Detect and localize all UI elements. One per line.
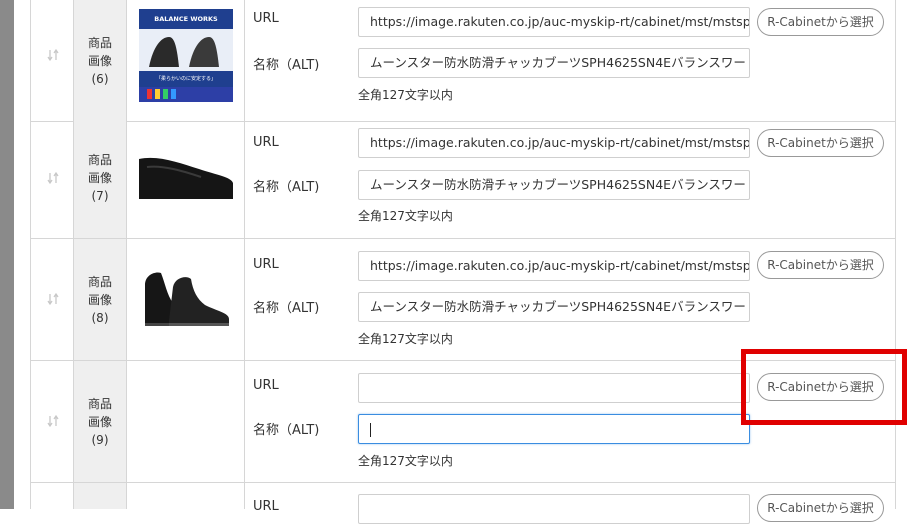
url-label: URL [253, 499, 279, 514]
r-cabinet-select-button[interactable]: R-Cabinetから選択 [757, 8, 884, 36]
url-input[interactable] [358, 494, 750, 524]
poster-caption-text: 「柔らかいのに安定する」 [156, 75, 216, 82]
alt-label: 名称（ALT) [253, 180, 320, 195]
image-row-partial: URL R-Cabinetから選択 [31, 483, 895, 524]
label-line2: 画像 [87, 414, 112, 429]
char-limit-hint: 全角127文字以内 [358, 88, 453, 102]
label-line1: 商品 [87, 274, 112, 289]
fields-cell: URL https://image.rakuten.co.jp/auc-mysk… [245, 117, 895, 238]
product-image-table: 商品 画像 (6) BALANCE WORKS 「柔らかいのに安定する」 URL… [30, 0, 896, 524]
thumbnail-cell-empty [127, 361, 245, 482]
alt-input[interactable]: ムーンスター防水防滑チャッカブーツSPH4625SN4Eバランスワー [358, 170, 750, 200]
label-line1: 商品 [87, 152, 112, 167]
url-input[interactable]: https://image.rakuten.co.jp/auc-myskip-r… [358, 7, 750, 37]
image-label-cell: 商品 画像 (6) [74, 0, 127, 121]
thumbnail-cell [127, 117, 245, 238]
product-thumbnail-shoe-top[interactable] [139, 153, 233, 201]
image-index: (7) [91, 188, 109, 203]
alt-input[interactable]: ムーンスター防水防滑チャッカブーツSPH4625SN4Eバランスワー [358, 48, 750, 78]
url-input[interactable] [358, 373, 750, 403]
alt-label: 名称（ALT) [253, 58, 320, 73]
sort-arrows-icon[interactable] [46, 48, 60, 62]
drag-handle-cell[interactable] [31, 117, 74, 238]
alt-label: 名称（ALT) [253, 301, 320, 316]
label-line2: 画像 [87, 292, 112, 307]
url-label: URL [253, 135, 279, 150]
image-row-6: 商品 画像 (6) BALANCE WORKS 「柔らかいのに安定する」 URL… [31, 0, 895, 122]
url-input[interactable]: https://image.rakuten.co.jp/auc-myskip-r… [358, 251, 750, 281]
sort-arrows-icon[interactable] [46, 414, 60, 428]
image-row-8: 商品 画像 (8) URL https://image.rakuten.co.j… [31, 239, 895, 361]
thumbnail-cell: BALANCE WORKS 「柔らかいのに安定する」 [127, 0, 245, 121]
drag-handle-cell[interactable] [31, 0, 74, 121]
r-cabinet-select-button[interactable]: R-Cabinetから選択 [757, 129, 884, 157]
thumbnail-cell [127, 239, 245, 360]
image-index: (6) [91, 71, 109, 86]
alt-label: 名称（ALT) [253, 423, 320, 438]
image-index: (9) [91, 432, 109, 447]
drag-handle-cell[interactable] [31, 361, 74, 482]
thumbnail-cell-empty [127, 483, 245, 509]
char-limit-hint: 全角127文字以内 [358, 209, 453, 223]
product-thumbnail-boots[interactable] [139, 265, 233, 329]
product-thumbnail-poster[interactable]: BALANCE WORKS 「柔らかいのに安定する」 [139, 9, 233, 102]
url-label: URL [253, 11, 279, 26]
poster-title-text: BALANCE WORKS [154, 15, 218, 23]
image-label-cell: 商品 画像 (7) [74, 117, 127, 238]
label-line2: 画像 [87, 53, 112, 68]
sort-arrows-icon[interactable] [46, 171, 60, 185]
alt-input-focused[interactable] [358, 414, 750, 444]
url-input[interactable]: https://image.rakuten.co.jp/auc-myskip-r… [358, 128, 750, 158]
highlight-annotation-box [741, 349, 907, 425]
alt-input[interactable]: ムーンスター防水防滑チャッカブーツSPH4625SN4Eバランスワー [358, 292, 750, 322]
left-scroll-gutter [0, 0, 14, 509]
image-label-cell [74, 483, 127, 509]
image-label-cell: 商品 画像 (8) [74, 239, 127, 360]
label-line1: 商品 [87, 35, 112, 50]
char-limit-hint: 全角127文字以内 [358, 332, 453, 346]
url-label: URL [253, 378, 279, 393]
r-cabinet-select-button[interactable]: R-Cabinetから選択 [757, 251, 884, 279]
image-index: (8) [91, 310, 109, 325]
fields-cell: URL https://image.rakuten.co.jp/auc-mysk… [245, 0, 895, 121]
image-label-cell: 商品 画像 (9) [74, 361, 127, 482]
sort-arrows-icon[interactable] [46, 292, 60, 306]
fields-cell: URL https://image.rakuten.co.jp/auc-mysk… [245, 239, 895, 360]
drag-handle-cell[interactable] [31, 483, 74, 509]
fields-cell: URL R-Cabinetから選択 [245, 483, 895, 524]
drag-handle-cell[interactable] [31, 239, 74, 360]
url-label: URL [253, 257, 279, 272]
r-cabinet-select-button[interactable]: R-Cabinetから選択 [757, 494, 884, 522]
label-line1: 商品 [87, 396, 112, 411]
image-row-7: 商品 画像 (7) URL https://image.rakuten.co.j… [31, 117, 895, 239]
label-line2: 画像 [87, 170, 112, 185]
text-caret [370, 422, 371, 437]
char-limit-hint: 全角127文字以内 [358, 454, 453, 468]
